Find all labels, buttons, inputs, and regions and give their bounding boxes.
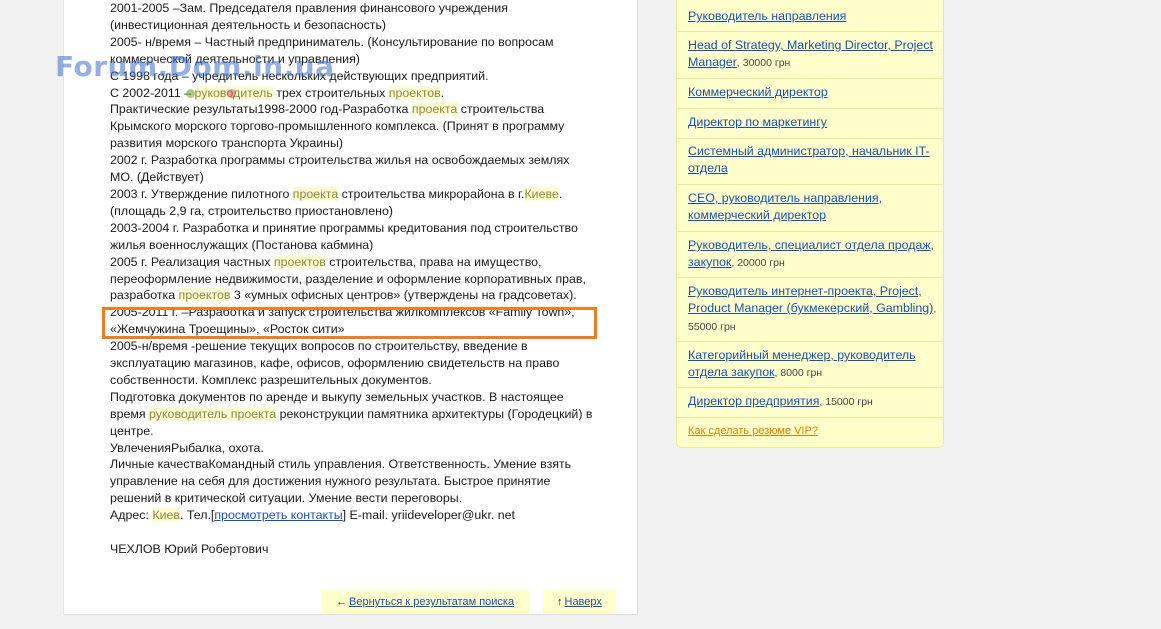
salary-value: 30000 грн — [742, 57, 791, 69]
text-span: реконструкции памятника архитектуры (Гор… — [276, 406, 593, 421]
arrow-left-icon: ← — [336, 596, 347, 608]
resume-line: жилья военнослужащих (Постанова кабмина) — [110, 237, 374, 252]
salary-value: 8000 грн — [780, 367, 823, 379]
resume-line: МО. (Действует) — [110, 170, 204, 185]
text-span: 2005 г. Реализация частных — [110, 254, 274, 269]
back-to-results-button[interactable]: ← Вернуться к результатам поиска — [322, 590, 529, 614]
list-item: Системный администратор, начальник IT-от… — [677, 139, 943, 185]
resume-line: 2002 г. Разработка программы строительст… — [110, 153, 570, 168]
resume-signature: ЧЕХЛОВ Юрий Робертович — [110, 541, 269, 556]
resume-line: центре. — [110, 423, 154, 438]
text-span: время — [110, 406, 150, 421]
scroll-top-button[interactable]: ↑ Наверх — [543, 590, 616, 614]
forum-watermark-logo: Forum.Dom.in.ua — [55, 50, 335, 83]
text-span: строительства — [457, 102, 545, 117]
view-contacts-link[interactable]: просмотреть контакты — [214, 508, 342, 522]
list-item: Руководитель направления — [677, 0, 943, 32]
keyword-highlight: проектов — [273, 254, 326, 269]
resume-link[interactable]: Head of Strategy, Marketing Director, Pr… — [688, 38, 933, 69]
resume-line: 2005- н/время – Частный предприниматель.… — [110, 34, 554, 49]
text-span: трех строительных — [272, 85, 389, 100]
resume-line: развития морского транспорта Украины) — [110, 136, 344, 151]
keyword-highlight: Киев — [152, 508, 180, 523]
resume-link[interactable]: Руководитель, специалист отдела продаж, … — [688, 238, 934, 269]
resume-line: собственности. Комплекс разрешительных д… — [110, 372, 432, 387]
list-item: Категорийный менеджер, руководитель отде… — [677, 342, 943, 388]
list-item: Руководитель интернет-проекта, Project, … — [677, 278, 943, 342]
resume-line: разработка проектов 3 «умных офисных цен… — [110, 287, 620, 304]
resume-line: 2005 г. Реализация частных проектов стро… — [110, 254, 620, 271]
salary-text: , 20000 грн — [731, 257, 785, 269]
list-item: Директор по маркетингу — [677, 109, 943, 139]
list-item: Руководитель, специалист отдела продаж, … — [677, 232, 943, 278]
resume-address-line: Адрес: Киев. Тел.[просмотреть контакты] … — [110, 507, 620, 524]
resume-line: время руководитель проекта реконструкции… — [110, 406, 620, 423]
resume-line: Личные качестваКомандный стиль управлени… — [110, 457, 572, 472]
salary-value: 15000 грн — [825, 396, 873, 408]
keyword-highlight: проекта — [292, 186, 339, 201]
resume-link[interactable]: Директор предприятия — [688, 394, 819, 408]
marker-dot — [186, 89, 195, 98]
text-span: Практические результаты1998-2000 год-Раз… — [110, 102, 412, 117]
keyword-highlight: проекта — [411, 102, 458, 117]
related-resumes-sidebar: Руководитель направления Head of Strateg… — [676, 0, 944, 448]
text-span: . — [440, 85, 445, 100]
resume-line: 2005-н/время -решение текущих вопросов п… — [110, 339, 528, 354]
text-span: . — [558, 186, 563, 201]
salary-text: , 30000 грн — [736, 57, 791, 69]
resume-line: переоформление недвижимости, разделение … — [110, 271, 586, 286]
marker-dot — [227, 89, 236, 98]
back-to-results-link[interactable]: Вернуться к результатам поиска — [349, 596, 514, 608]
keyword-highlight: Киеве — [524, 186, 559, 201]
text-span: разработка — [110, 288, 179, 303]
resume-line: эксплуатацию магазинов, кафе, офисов, оф… — [110, 356, 560, 371]
resume-link[interactable]: CEO, руководитель направления, коммерчес… — [688, 191, 882, 222]
resume-line: Практические результаты1998-2000 год-Раз… — [110, 101, 620, 118]
resume-link[interactable]: Коммерческий директор — [688, 85, 828, 99]
list-item: Директор предприятия, 15000 грн — [677, 388, 943, 418]
keyword-highlight: проектов — [178, 288, 231, 303]
resume-link[interactable]: Руководитель интернет-проекта, Project, … — [688, 284, 933, 315]
resume-line: УвлеченияРыбалка, охота. — [110, 440, 264, 455]
resume-link[interactable]: Руководитель направления — [688, 9, 846, 23]
text-span: Адрес: — [110, 508, 153, 523]
salary-text: , 15000 грн — [819, 396, 873, 408]
resume-line: Подготовка документов по аренде и выкупу… — [110, 389, 564, 404]
text-span: 3 «умных офисных центров» (утверждены на… — [230, 288, 577, 303]
list-item: CEO, руководитель направления, коммерчес… — [677, 185, 943, 232]
salary-value: 55000 грн — [688, 321, 736, 333]
resume-link[interactable]: Директор по маркетингу — [688, 115, 827, 129]
scroll-top-link[interactable]: Наверх — [565, 596, 602, 608]
resume-line: управление на себя для достижения нужног… — [110, 474, 551, 489]
list-item: Head of Strategy, Marketing Director, Pr… — [677, 32, 943, 79]
text-span: строительства микрорайона в г. — [338, 186, 525, 201]
resume-line: решений в критической ситуации. Умение в… — [110, 491, 463, 506]
resume-body: 2001-2005 –Зам. Председателя правления ф… — [110, 0, 620, 558]
resume-link[interactable]: Системный администратор, начальник IT-от… — [688, 144, 930, 175]
salary-value: 20000 грн — [737, 257, 785, 269]
keyword-highlight: руководитель проекта — [149, 406, 277, 421]
text-span: С 2002-2011 – — [110, 85, 195, 100]
vip-resume-link[interactable]: Как сделать резюме VIP? — [688, 425, 818, 437]
text-span: . Тел.[ — [179, 508, 215, 523]
resume-line: 2003-2004 г. Разработка и принятие прогр… — [110, 220, 578, 235]
resume-line: (инвестиционная деятельность и безопасно… — [110, 17, 387, 32]
annotation-highlight-box — [102, 307, 597, 339]
resume-line: (площадь 2,9 га, строительство приостано… — [110, 203, 393, 218]
list-item: Коммерческий директор — [677, 79, 943, 109]
text-span: строительства, права на имущество, — [325, 254, 542, 269]
resume-line: 2003 г. Утверждение пилотного проекта ст… — [110, 186, 620, 203]
keyword-highlight: проектов — [388, 85, 441, 100]
text-span: 2003 г. Утверждение пилотного — [110, 186, 293, 201]
text-span: ] E-mail. yriideveloper@ukr. net — [342, 508, 515, 523]
salary-text: , 8000 грн — [774, 367, 823, 379]
resume-line: Крымского морского торгово-промышленного… — [110, 119, 565, 134]
resume-line: 2001-2005 –Зам. Председателя правления ф… — [110, 1, 508, 15]
arrow-up-icon: ↑ — [557, 596, 563, 608]
